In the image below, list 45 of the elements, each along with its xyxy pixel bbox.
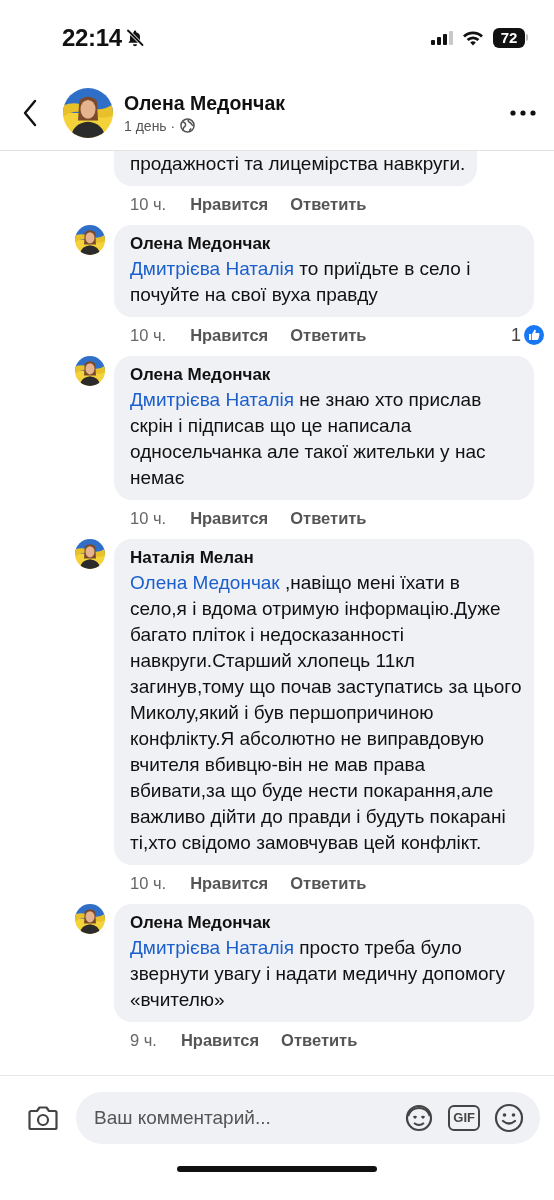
comment-text: Дмитрієва Наталія то приїдьте в село і почуйте на свої вуха правду (130, 257, 472, 307)
comment-author[interactable]: Олена Медончак (130, 911, 522, 935)
profile-name[interactable]: Олена Медончак (124, 91, 510, 115)
gif-button[interactable]: GIF (448, 1105, 480, 1131)
comment-text: Олена Медончак ,навіщо мені їхати в село,я і вдома отримую інформацію.Дуже багато пліток і недосказанності навкруги.Старший хлопець 11кл загинув,тому що почав заступатись за цього Миколу,який і був першопричиною конфлікту.Я абсолютно не виправдовую вчителя вбивцю-він не мав права вбивати,за що буде нести покарання,але важливо дійти до правди і будуть покарані ті,хто свідомо замовчував цей конфлікт. (130, 571, 522, 855)
camera-icon[interactable] (28, 1105, 58, 1131)
reply-link[interactable]: Ответить (290, 325, 367, 345)
reply-link[interactable]: Ответить (290, 873, 367, 893)
sticker-icon[interactable] (404, 1103, 435, 1133)
reply-link[interactable]: Ответить (281, 1030, 358, 1050)
thumbs-up-icon (524, 325, 544, 345)
reply-link[interactable]: Ответить (290, 194, 367, 214)
comment-time: 10 ч. (130, 508, 167, 528)
clock: 22:14 (62, 23, 122, 52)
muted-bell-icon (124, 27, 145, 48)
wifi-icon (462, 29, 484, 46)
post-age: 1 день · (124, 117, 176, 134)
mention-link[interactable]: Дмитрієва Наталія (130, 389, 294, 410)
comment-time: 9 ч. (130, 1030, 157, 1050)
comment-author[interactable]: Наталія Мелан (130, 546, 522, 570)
emoji-icon[interactable] (494, 1103, 524, 1133)
comment-text: Дмитрієва Наталія не знаю хто прислав скрін і підписав що це написала односельчанка але такої жительки у нас немає (130, 388, 487, 490)
like-link[interactable]: Нравится (190, 873, 269, 893)
like-link[interactable]: Нравится (190, 508, 269, 528)
comment-text: продажності та лицемірства навкруги. (130, 152, 466, 176)
back-icon[interactable] (22, 98, 38, 127)
comment-author[interactable]: Олена Медончак (130, 363, 522, 387)
more-icon[interactable] (510, 109, 536, 116)
comment-time: 10 ч. (130, 325, 167, 345)
mention-link[interactable]: Дмитрієва Наталія (130, 258, 294, 279)
comment-time: 10 ч. (130, 194, 167, 214)
battery-level: 72 (500, 29, 518, 46)
mention-link[interactable]: Дмитрієва Наталія (130, 937, 294, 958)
comment-author[interactable]: Олена Медончак (130, 232, 522, 256)
comment-time: 10 ч. (130, 873, 167, 893)
comment-text: Дмитрієва Наталія просто треба було звернути увагу і надати медичну допомогу «вчителю» (130, 936, 506, 1012)
mention-link[interactable]: Олена Медончак (130, 572, 280, 593)
like-link[interactable]: Нравится (190, 325, 269, 345)
like-link[interactable]: Нравится (180, 1030, 260, 1050)
like-link[interactable]: Нравится (190, 194, 269, 214)
reaction-count: 1 (511, 324, 521, 346)
signal-icon (431, 30, 453, 45)
comment-field[interactable]: Ваш комментарий... GIF (76, 1092, 540, 1144)
reply-link[interactable]: Ответить (290, 508, 367, 528)
globe-icon (180, 118, 196, 133)
